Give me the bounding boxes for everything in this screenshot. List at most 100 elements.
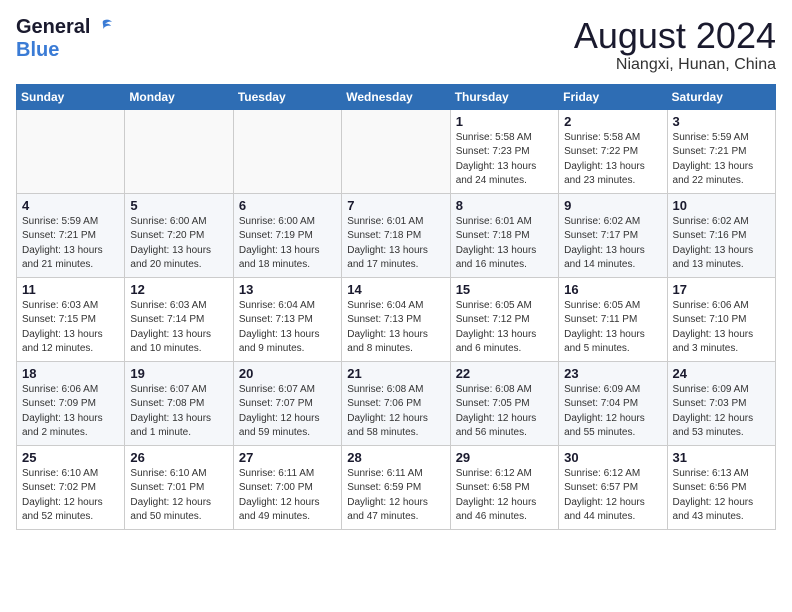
day-info: Sunrise: 6:02 AMSunset: 7:16 PMDaylight:… [673,215,770,273]
day-info: Sunrise: 6:10 AMSunset: 7:02 PMDaylight:… [22,467,119,525]
day-number: 28 [347,450,444,465]
day-header-thursday: Thursday [450,84,558,109]
day-number: 20 [239,366,336,381]
day-info: Sunrise: 6:11 AMSunset: 7:00 PMDaylight:… [239,467,336,525]
day-number: 12 [130,282,227,297]
logo-general-text: General [16,16,90,39]
days-header-row: SundayMondayTuesdayWednesdayThursdayFrid… [17,84,776,109]
calendar-cell: 16 Sunrise: 6:05 AMSunset: 7:11 PMDayligh… [559,277,667,361]
logo-blue-text: Blue [16,39,59,62]
day-number: 30 [564,450,661,465]
day-info: Sunrise: 5:59 AMSunset: 7:21 PMDaylight:… [22,215,119,273]
logo-bird-icon [92,17,114,39]
calendar-cell [342,109,450,193]
day-info: Sunrise: 6:12 AMSunset: 6:58 PMDaylight:… [456,467,553,525]
day-number: 24 [673,366,770,381]
title-block: August 2024 Niangxi, Hunan, China [574,16,776,74]
calendar-cell [17,109,125,193]
day-info: Sunrise: 5:58 AMSunset: 7:23 PMDaylight:… [456,131,553,189]
calendar-cell: 20 Sunrise: 6:07 AMSunset: 7:07 PMDayligh… [233,361,341,445]
calendar-cell [233,109,341,193]
calendar-cell: 22Sunrise: 6:08 AMSunset: 7:05 PMDayligh… [450,361,558,445]
calendar-cell: 11 Sunrise: 6:03 AMSunset: 7:15 PMDayligh… [17,277,125,361]
calendar-cell: 15Sunrise: 6:05 AMSunset: 7:12 PMDayligh… [450,277,558,361]
day-number: 2 [564,114,661,129]
calendar-cell: 28 Sunrise: 6:11 AMSunset: 6:59 PMDayligh… [342,445,450,529]
day-number: 27 [239,450,336,465]
calendar-cell [125,109,233,193]
week-row-2: 4Sunrise: 5:59 AMSunset: 7:21 PMDaylight… [17,193,776,277]
day-number: 23 [564,366,661,381]
calendar-cell: 30Sunrise: 6:12 AMSunset: 6:57 PMDayligh… [559,445,667,529]
day-info: Sunrise: 6:06 AMSunset: 7:10 PMDaylight:… [673,299,770,357]
calendar-cell: 29 Sunrise: 6:12 AMSunset: 6:58 PMDayligh… [450,445,558,529]
day-info: Sunrise: 6:04 AMSunset: 7:13 PMDaylight:… [239,299,336,357]
day-info: Sunrise: 6:10 AMSunset: 7:01 PMDaylight:… [130,467,227,525]
day-info: Sunrise: 6:03 AMSunset: 7:14 PMDaylight:… [130,299,227,357]
day-number: 5 [130,198,227,213]
calendar-cell: 23 Sunrise: 6:09 AMSunset: 7:04 PMDayligh… [559,361,667,445]
day-info: Sunrise: 6:11 AMSunset: 6:59 PMDaylight:… [347,467,444,525]
day-number: 26 [130,450,227,465]
calendar-cell: 3Sunrise: 5:59 AMSunset: 7:21 PMDaylight… [667,109,775,193]
calendar-cell: 14 Sunrise: 6:04 AMSunset: 7:13 PMDayligh… [342,277,450,361]
calendar-cell: 27 Sunrise: 6:11 AMSunset: 7:00 PMDayligh… [233,445,341,529]
day-header-monday: Monday [125,84,233,109]
day-header-tuesday: Tuesday [233,84,341,109]
calendar-cell: 6 Sunrise: 6:00 AMSunset: 7:19 PMDaylight… [233,193,341,277]
week-row-4: 18Sunrise: 6:06 AMSunset: 7:09 PMDayligh… [17,361,776,445]
calendar-cell: 31 Sunrise: 6:13 AMSunset: 6:56 PMDayligh… [667,445,775,529]
day-info: Sunrise: 6:00 AMSunset: 7:19 PMDaylight:… [239,215,336,273]
logo: General Blue [16,16,114,62]
day-info: Sunrise: 6:00 AMSunset: 7:20 PMDaylight:… [130,215,227,273]
calendar-cell: 5 Sunrise: 6:00 AMSunset: 7:20 PMDaylight… [125,193,233,277]
week-row-3: 11 Sunrise: 6:03 AMSunset: 7:15 PMDayligh… [17,277,776,361]
day-number: 14 [347,282,444,297]
day-number: 16 [564,282,661,297]
calendar-cell: 1 Sunrise: 5:58 AMSunset: 7:23 PMDaylight… [450,109,558,193]
month-title: August 2024 [574,16,776,56]
week-row-1: 1 Sunrise: 5:58 AMSunset: 7:23 PMDaylight… [17,109,776,193]
calendar-cell: 10 Sunrise: 6:02 AMSunset: 7:16 PMDayligh… [667,193,775,277]
day-number: 31 [673,450,770,465]
day-number: 19 [130,366,227,381]
day-number: 9 [564,198,661,213]
day-info: Sunrise: 6:13 AMSunset: 6:56 PMDaylight:… [673,467,770,525]
calendar-cell: 7Sunrise: 6:01 AMSunset: 7:18 PMDaylight… [342,193,450,277]
day-info: Sunrise: 6:05 AMSunset: 7:11 PMDaylight:… [564,299,661,357]
day-info: Sunrise: 6:08 AMSunset: 7:06 PMDaylight:… [347,383,444,441]
day-number: 17 [673,282,770,297]
day-number: 7 [347,198,444,213]
day-info: Sunrise: 6:07 AMSunset: 7:07 PMDaylight:… [239,383,336,441]
day-info: Sunrise: 6:06 AMSunset: 7:09 PMDaylight:… [22,383,119,441]
calendar-cell: 13 Sunrise: 6:04 AMSunset: 7:13 PMDayligh… [233,277,341,361]
day-number: 21 [347,366,444,381]
calendar-cell: 4Sunrise: 5:59 AMSunset: 7:21 PMDaylight… [17,193,125,277]
calendar-cell: 9 Sunrise: 6:02 AMSunset: 7:17 PMDaylight… [559,193,667,277]
day-number: 29 [456,450,553,465]
day-header-friday: Friday [559,84,667,109]
calendar-cell: 8Sunrise: 6:01 AMSunset: 7:18 PMDaylight… [450,193,558,277]
day-info: Sunrise: 6:09 AMSunset: 7:04 PMDaylight:… [564,383,661,441]
calendar-cell: 25 Sunrise: 6:10 AMSunset: 7:02 PMDayligh… [17,445,125,529]
day-info: Sunrise: 6:04 AMSunset: 7:13 PMDaylight:… [347,299,444,357]
day-info: Sunrise: 6:03 AMSunset: 7:15 PMDaylight:… [22,299,119,357]
day-number: 6 [239,198,336,213]
day-number: 13 [239,282,336,297]
day-info: Sunrise: 5:59 AMSunset: 7:21 PMDaylight:… [673,131,770,189]
day-number: 11 [22,282,119,297]
calendar-cell: 12 Sunrise: 6:03 AMSunset: 7:14 PMDayligh… [125,277,233,361]
day-header-sunday: Sunday [17,84,125,109]
calendar-cell: 18Sunrise: 6:06 AMSunset: 7:09 PMDayligh… [17,361,125,445]
calendar-cell: 26 Sunrise: 6:10 AMSunset: 7:01 PMDayligh… [125,445,233,529]
day-number: 10 [673,198,770,213]
day-number: 25 [22,450,119,465]
day-info: Sunrise: 6:02 AMSunset: 7:17 PMDaylight:… [564,215,661,273]
day-info: Sunrise: 6:08 AMSunset: 7:05 PMDaylight:… [456,383,553,441]
day-info: Sunrise: 6:01 AMSunset: 7:18 PMDaylight:… [456,215,553,273]
day-number: 1 [456,114,553,129]
calendar-cell: 2Sunrise: 5:58 AMSunset: 7:22 PMDaylight… [559,109,667,193]
day-info: Sunrise: 6:07 AMSunset: 7:08 PMDaylight:… [130,383,227,441]
location: Niangxi, Hunan, China [574,56,776,74]
day-header-wednesday: Wednesday [342,84,450,109]
